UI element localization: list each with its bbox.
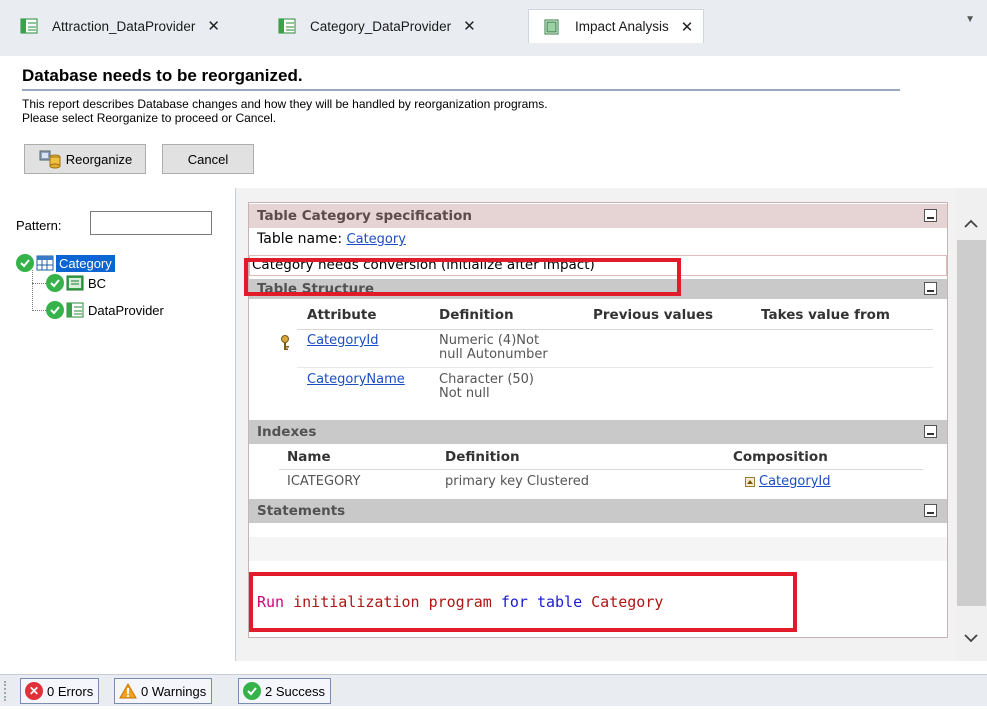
success-check-icon (243, 682, 261, 700)
close-icon[interactable]: ✕ (207, 17, 220, 35)
cancel-label: Cancel (187, 151, 229, 167)
table-name-label: Table name: (257, 231, 343, 247)
attribute-definition: Numeric (4)Not null Autonumber (439, 334, 548, 362)
primary-key-icon (281, 335, 289, 350)
collapse-icon[interactable] (924, 425, 937, 438)
cancel-button[interactable]: Cancel (162, 144, 254, 174)
tab-list-dropdown-icon[interactable]: ▼ (965, 14, 975, 25)
success-filter-button[interactable]: 2 Success (238, 678, 331, 704)
tab-attraction-dataprovider[interactable]: Attraction_DataProvider ✕ (20, 10, 220, 42)
attribute-link[interactable]: CategoryName (307, 373, 405, 387)
object-tree-panel: Pattern: Category BC DataProvider (10, 188, 236, 661)
column-header: Definition (439, 307, 514, 323)
definition-line: null Autonumber (439, 347, 548, 362)
tab-label: Attraction_DataProvider (52, 18, 196, 34)
errors-count: 0 Errors (47, 683, 94, 699)
success-check-icon (46, 301, 64, 319)
success-count: 2 Success (265, 683, 325, 699)
column-header: Name (287, 449, 331, 465)
close-icon[interactable]: ✕ (463, 17, 476, 35)
row-divider (297, 367, 933, 368)
status-bar: ✕ 0 Errors 0 Warnings 2 Success (0, 674, 987, 706)
column-header: Definition (445, 449, 520, 465)
warnings-filter-button[interactable]: 0 Warnings (114, 678, 213, 704)
dataprovider-icon (66, 302, 84, 318)
pattern-label: Pattern: (16, 218, 62, 233)
definition-line: Character (50) (439, 372, 534, 387)
scroll-down-icon[interactable] (963, 630, 979, 648)
tree-node-label: BC (88, 275, 107, 291)
index-name: ICATEGORY (287, 474, 361, 489)
table-name: Table name: Category (257, 231, 406, 247)
composition-link[interactable]: CategoryId (759, 475, 830, 489)
column-header: Attribute (307, 307, 377, 323)
vertical-scrollbar[interactable] (956, 188, 987, 661)
tree-connector (32, 310, 46, 311)
tab-label: Category_DataProvider (310, 18, 452, 34)
warning-icon (119, 683, 137, 699)
tree-node-label: DataProvider (88, 302, 164, 318)
title-divider (22, 89, 900, 91)
reorganize-button[interactable]: Reorganize (24, 144, 146, 174)
section-title: Statements (257, 503, 346, 519)
highlight-box (249, 572, 797, 632)
section-title: Table Category specification (257, 208, 473, 224)
description: This report describes Database changes a… (22, 97, 548, 125)
tree-node-dataprovider[interactable]: DataProvider (46, 301, 164, 319)
index-definition: primary key Clustered (445, 474, 590, 489)
toolbar-grip (4, 681, 7, 701)
page-title: Database needs to be reorganized. (22, 66, 303, 85)
scroll-up-icon[interactable] (963, 216, 979, 234)
success-check-icon (46, 274, 64, 292)
tree-node-label: Category (56, 254, 115, 272)
section-title: Indexes (257, 424, 317, 440)
tree-node-category[interactable]: Category (16, 254, 115, 272)
collapse-icon[interactable] (924, 282, 937, 295)
header-divider (279, 469, 923, 470)
reorganization-header: Database needs to be reorganized. This r… (10, 56, 982, 188)
sort-ascending-icon (745, 477, 755, 487)
dataprovider-icon (20, 18, 38, 34)
business-component-icon (66, 275, 84, 291)
tab-category-dataprovider[interactable]: Category_DataProvider ✕ (278, 10, 476, 42)
editor-tab-bar: Attraction_DataProvider ✕ Category_DataP… (0, 0, 987, 56)
column-header: Previous values (593, 307, 714, 323)
reorganize-label: Reorganize (65, 151, 133, 167)
attribute-definition: Character (50) Not null (439, 373, 534, 401)
header-divider (297, 329, 933, 330)
collapse-icon[interactable] (924, 209, 937, 222)
collapse-icon[interactable] (924, 504, 937, 517)
tree-connector (32, 270, 33, 311)
error-icon: ✕ (25, 682, 43, 700)
section-statements: Statements (249, 499, 947, 523)
close-icon[interactable]: ✕ (681, 18, 694, 36)
attribute-link[interactable]: CategoryId (307, 334, 378, 348)
description-line: This report describes Database changes a… (22, 97, 548, 111)
definition-line: Not null (439, 386, 490, 401)
warnings-count: 0 Warnings (141, 683, 207, 699)
table-name-link[interactable]: Category (347, 232, 406, 247)
scrollbar-thumb[interactable] (957, 240, 986, 606)
column-header: Composition (733, 449, 828, 465)
tree-connector (32, 283, 46, 284)
pattern-input[interactable] (90, 211, 212, 235)
description-line: Please select Reorganize to proceed or C… (22, 111, 277, 125)
statement-spacer (249, 537, 947, 561)
tab-label: Impact Analysis (575, 19, 669, 34)
highlight-box (244, 258, 681, 296)
reorganize-icon (39, 150, 61, 169)
tree-node-bc[interactable]: BC (46, 274, 106, 292)
table-icon (36, 255, 54, 271)
impact-analysis-icon (544, 19, 559, 34)
tab-impact-analysis[interactable]: Impact Analysis ✕ (528, 9, 705, 43)
column-header: Takes value from (761, 307, 890, 323)
section-indexes: Indexes (249, 420, 947, 444)
errors-filter-button[interactable]: ✕ 0 Errors (20, 678, 100, 704)
section-table-specification: Table Category specification (249, 204, 947, 228)
dataprovider-icon (278, 18, 296, 34)
definition-line: Numeric (4)Not (439, 333, 540, 348)
success-check-icon (16, 254, 34, 272)
